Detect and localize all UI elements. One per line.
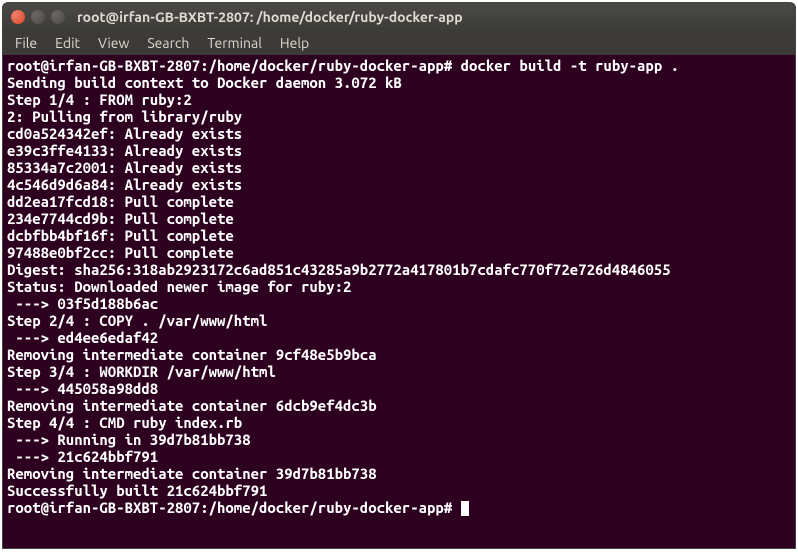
menu-help[interactable]: Help (272, 33, 317, 53)
output-line: Step 4/4 : CMD ruby index.rb (7, 414, 791, 431)
output-line: dcbfbb4bf16f: Pull complete (7, 227, 791, 244)
output-line: Step 2/4 : COPY . /var/www/html (7, 312, 791, 329)
output-line: 234e7744cd9b: Pull complete (7, 210, 791, 227)
command-text: docker build -t ruby-app . (461, 57, 679, 74)
output-line: Step 3/4 : WORKDIR /var/www/html (7, 363, 791, 380)
prompt-line: root@irfan-GB-BXBT-2807:/home/docker/rub… (7, 499, 791, 516)
prompt-user: root@irfan-GB-BXBT-2807 (7, 499, 200, 516)
menubar: File Edit View Search Terminal Help (3, 31, 795, 55)
output-line: Removing intermediate container 6dcb9ef4… (7, 397, 791, 414)
output-line: 2: Pulling from library/ruby (7, 108, 791, 125)
close-icon[interactable] (11, 10, 25, 24)
output-line: ---> Running in 39d7b81bb738 (7, 431, 791, 448)
output-line: 97488e0bf2cc: Pull complete (7, 244, 791, 261)
window-controls (11, 10, 65, 24)
menu-file[interactable]: File (7, 33, 45, 53)
menu-view[interactable]: View (90, 33, 137, 53)
output-line: Successfully built 21c624bbf791 (7, 482, 791, 499)
cursor-icon (461, 501, 469, 516)
output-line: cd0a524342ef: Already exists (7, 125, 791, 142)
terminal-window: root@irfan-GB-BXBT-2807: /home/docker/ru… (2, 2, 796, 549)
output-line: ---> ed4ee6edaf42 (7, 329, 791, 346)
output-line: Status: Downloaded newer image for ruby:… (7, 278, 791, 295)
output-line: 4c546d9d6a84: Already exists (7, 176, 791, 193)
prompt-path: /home/docker/ruby-docker-app (209, 499, 444, 516)
output-line: Removing intermediate container 39d7b81b… (7, 465, 791, 482)
prompt-path: /home/docker/ruby-docker-app (209, 57, 444, 74)
titlebar[interactable]: root@irfan-GB-BXBT-2807: /home/docker/ru… (3, 3, 795, 31)
output-line: dd2ea17fcd18: Pull complete (7, 193, 791, 210)
window-title: root@irfan-GB-BXBT-2807: /home/docker/ru… (77, 9, 463, 25)
output-line: e39c3ffe4133: Already exists (7, 142, 791, 159)
output-line: Sending build context to Docker daemon 3… (7, 74, 791, 91)
output-line: Step 1/4 : FROM ruby:2 (7, 91, 791, 108)
output-line: ---> 445058a98dd8 (7, 380, 791, 397)
menu-edit[interactable]: Edit (47, 33, 88, 53)
menu-search[interactable]: Search (139, 33, 197, 53)
maximize-icon[interactable] (51, 10, 65, 24)
minimize-icon[interactable] (31, 10, 45, 24)
output-line: Digest: sha256:318ab2923172c6ad851c43285… (7, 261, 791, 278)
output-line: Removing intermediate container 9cf48e5b… (7, 346, 791, 363)
menu-terminal[interactable]: Terminal (199, 33, 270, 53)
output-line: ---> 03f5d188b6ac (7, 295, 791, 312)
terminal-body[interactable]: root@irfan-GB-BXBT-2807:/home/docker/rub… (3, 55, 795, 518)
prompt-user: root@irfan-GB-BXBT-2807 (7, 57, 200, 74)
output-line: 85334a7c2001: Already exists (7, 159, 791, 176)
prompt-line: root@irfan-GB-BXBT-2807:/home/docker/rub… (7, 57, 791, 74)
output-line: ---> 21c624bbf791 (7, 448, 791, 465)
